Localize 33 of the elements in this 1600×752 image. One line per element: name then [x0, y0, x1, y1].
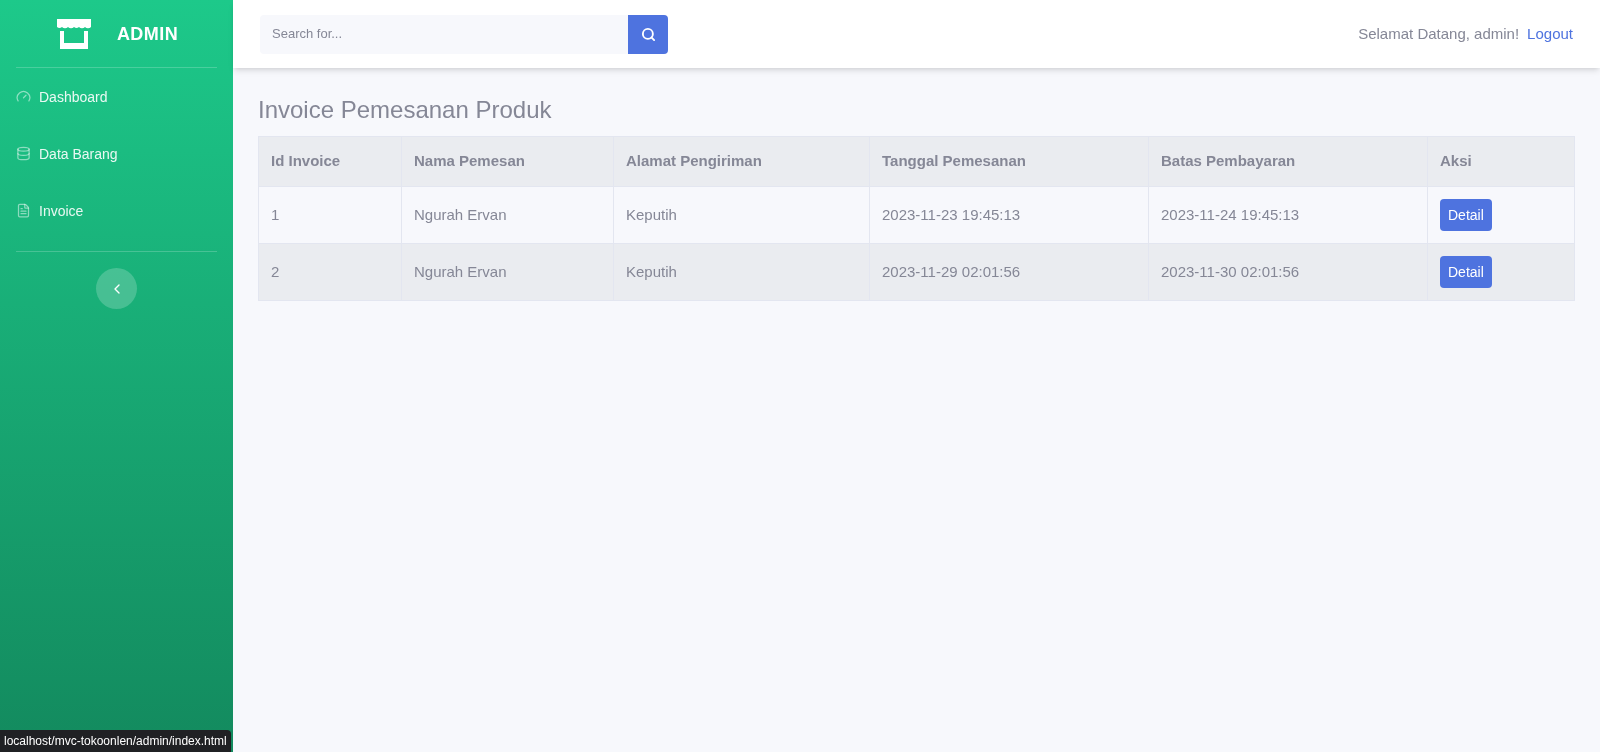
store-icon: [54, 16, 93, 51]
sidebar-item[interactable]: Dashboard: [16, 68, 217, 125]
column-header: Nama Pemesan: [401, 136, 614, 187]
search-icon: [640, 26, 656, 42]
detail-button[interactable]: Detail: [1440, 199, 1492, 231]
brand-title: ADMIN: [116, 22, 179, 46]
table-cell: 2: [258, 243, 402, 301]
page-title: Invoice Pemesanan Produk: [258, 95, 553, 125]
sidebar-item[interactable]: Invoice: [16, 182, 217, 239]
column-header: Tanggal Pemesanan: [869, 136, 1149, 187]
table-cell: Keputih: [613, 186, 870, 244]
table-cell: Keputih: [613, 243, 870, 301]
logout-link[interactable]: Logout: [1527, 22, 1573, 46]
table-cell: 2023-11-29 02:01:56: [869, 243, 1149, 301]
greeting-text: Selamat Datang, admin!: [1358, 23, 1520, 44]
status-bar-url: localhost/mvc-tokoonlen/admin/index.html: [0, 730, 231, 752]
sidebar-item[interactable]: Data Barang: [16, 125, 217, 182]
detail-button[interactable]: Detail: [1440, 256, 1492, 288]
search-field[interactable]: Search for...: [260, 14, 628, 54]
column-header: Alamat Pengiriman: [613, 136, 870, 187]
dashboard-icon: [16, 89, 31, 104]
column-header: Id Invoice: [258, 136, 402, 187]
table-cell: Ngurah Ervan: [401, 243, 614, 301]
table-cell: 1: [258, 186, 402, 244]
column-header: Batas Pembayaran: [1148, 136, 1428, 187]
table-cell: 2023-11-23 19:45:13: [869, 186, 1149, 244]
table-cell: 2023-11-24 19:45:13: [1148, 186, 1428, 244]
table-cell: Ngurah Ervan: [401, 186, 614, 244]
table-cell: 2023-11-30 02:01:56: [1148, 243, 1428, 301]
database-icon: [16, 146, 31, 161]
file-icon: [16, 203, 31, 218]
search-button[interactable]: [628, 14, 668, 54]
column-header: Aksi: [1427, 136, 1575, 187]
